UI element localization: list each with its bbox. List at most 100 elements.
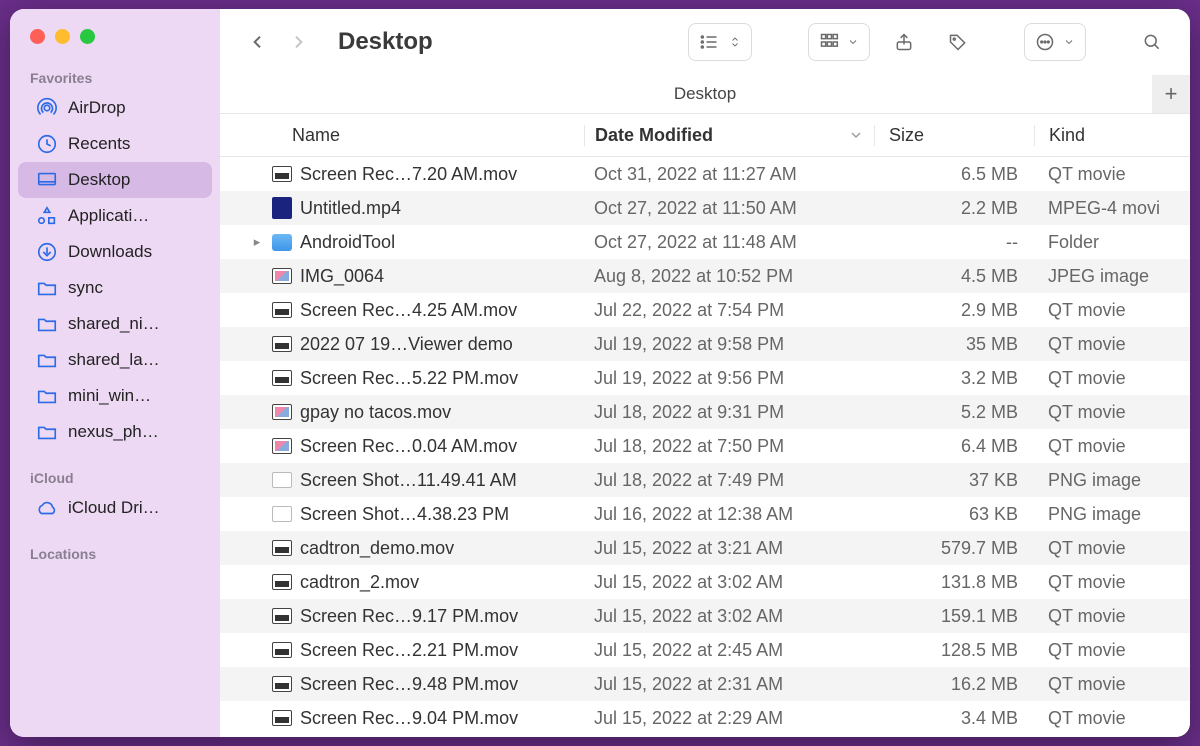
file-size: 35 MB [874, 334, 1034, 355]
file-modified: Aug 8, 2022 at 10:52 PM [584, 266, 874, 287]
file-row[interactable]: Screen Rec…0.04 AM.movJul 18, 2022 at 7:… [220, 429, 1190, 463]
file-modified: Jul 15, 2022 at 2:31 AM [584, 674, 874, 695]
file-modified: Jul 19, 2022 at 9:58 PM [584, 334, 874, 355]
share-button[interactable] [884, 23, 924, 61]
sidebar-item-label: shared_ni… [68, 314, 160, 334]
file-row[interactable]: ▸AndroidToolOct 27, 2022 at 11:48 AM--Fo… [220, 225, 1190, 259]
file-kind: QT movie [1034, 368, 1190, 389]
window-title: Desktop [338, 28, 433, 56]
column-header-name[interactable]: Name [220, 125, 584, 146]
file-kind: MPEG-4 movi [1034, 198, 1190, 219]
file-row[interactable]: Screen Shot…4.38.23 PMJul 16, 2022 at 12… [220, 497, 1190, 531]
sidebar-item-label: iCloud Dri… [68, 498, 160, 518]
forward-button[interactable] [278, 25, 318, 59]
minimize-button[interactable] [55, 29, 70, 44]
file-size: 3.2 MB [874, 368, 1034, 389]
chevron-down-icon [848, 127, 864, 143]
content-area: Desktop [220, 9, 1190, 737]
tags-button[interactable] [938, 23, 978, 61]
file-name: cadtron_demo.mov [300, 538, 454, 559]
finder-window: Favorites AirDropRecentsDesktopApplicati… [10, 9, 1190, 737]
file-list[interactable]: Screen Rec…7.20 AM.movOct 31, 2022 at 11… [220, 157, 1190, 737]
sidebar-item-shared-ni-[interactable]: shared_ni… [18, 306, 212, 342]
folder-icon [36, 421, 58, 443]
file-kind: QT movie [1034, 674, 1190, 695]
plus-icon: + [1165, 81, 1178, 107]
group-by-button[interactable] [808, 23, 870, 61]
file-row[interactable]: 2022 07 19…Viewer demoJul 19, 2022 at 9:… [220, 327, 1190, 361]
file-icon [272, 268, 292, 284]
file-name: cadtron_2.mov [300, 572, 419, 593]
file-row[interactable]: Screen Rec…9.48 PM.movJul 15, 2022 at 2:… [220, 667, 1190, 701]
file-size: 3.4 MB [874, 708, 1034, 729]
file-kind: QT movie [1034, 402, 1190, 423]
file-kind: JPEG image [1034, 266, 1190, 287]
file-size: 6.5 MB [874, 164, 1034, 185]
file-row[interactable]: Screen Rec…9.04 PM.movJul 15, 2022 at 2:… [220, 701, 1190, 735]
search-button[interactable] [1132, 23, 1172, 61]
file-icon [272, 166, 292, 182]
file-row[interactable]: Screen Rec…4.25 AM.movJul 22, 2022 at 7:… [220, 293, 1190, 327]
file-row[interactable]: Screen Rec…7.20 AM.movOct 31, 2022 at 11… [220, 157, 1190, 191]
file-name: IMG_0064 [300, 266, 384, 287]
file-kind: QT movie [1034, 164, 1190, 185]
file-modified: Oct 27, 2022 at 11:50 AM [584, 198, 874, 219]
file-name: Screen Rec…9.17 PM.mov [300, 606, 518, 627]
file-row[interactable]: gpay no tacos.movJul 18, 2022 at 9:31 PM… [220, 395, 1190, 429]
file-row[interactable]: cadtron_2.movJul 15, 2022 at 3:02 AM131.… [220, 565, 1190, 599]
file-modified: Jul 22, 2022 at 7:54 PM [584, 300, 874, 321]
file-size: 5.2 MB [874, 402, 1034, 423]
folder-icon [36, 277, 58, 299]
file-name: Screen Rec…7.20 AM.mov [300, 164, 517, 185]
file-row[interactable]: Screen Shot…11.49.41 AMJul 18, 2022 at 7… [220, 463, 1190, 497]
file-size: 6.4 MB [874, 436, 1034, 457]
file-icon [272, 197, 292, 219]
file-kind: QT movie [1034, 334, 1190, 355]
file-icon [272, 506, 292, 522]
file-row[interactable]: IMG_0064Aug 8, 2022 at 10:52 PM4.5 MBJPE… [220, 259, 1190, 293]
folder-tab-label[interactable]: Desktop [674, 84, 736, 104]
file-row[interactable]: Screen Rec…9.17 PM.mov Jul 15, 2022 at 3:… [220, 599, 1190, 633]
file-icon [272, 404, 292, 420]
sidebar-item-sync[interactable]: sync [18, 270, 212, 306]
sidebar-item-icloud-drive[interactable]: iCloud Dri… [18, 490, 212, 526]
sidebar-item-airdrop[interactable]: AirDrop [18, 90, 212, 126]
sidebar-item-desktop[interactable]: Desktop [18, 162, 212, 198]
file-row[interactable]: Screen Rec…2.21 PM.movJul 15, 2022 at 2:… [220, 633, 1190, 667]
sidebar-item-label: Desktop [68, 170, 130, 190]
sidebar-item-recents[interactable]: Recents [18, 126, 212, 162]
sidebar-item-downloads[interactable]: Downloads [18, 234, 212, 270]
sidebar: Favorites AirDropRecentsDesktopApplicati… [10, 9, 220, 737]
file-icon [272, 676, 292, 692]
file-size: 37 KB [874, 470, 1034, 491]
disclosure-triangle[interactable]: ▸ [250, 234, 264, 250]
sidebar-item-mini-win-[interactable]: mini_win… [18, 378, 212, 414]
sidebar-section-locations: Locations [10, 540, 220, 566]
back-button[interactable] [238, 25, 278, 59]
sidebar-item-applicati-[interactable]: Applicati… [18, 198, 212, 234]
file-row[interactable]: cadtron_demo.movJul 15, 2022 at 3:21 AM5… [220, 531, 1190, 565]
file-kind: QT movie [1034, 640, 1190, 661]
clock-icon [36, 133, 58, 155]
more-actions-button[interactable] [1024, 23, 1086, 61]
column-header-size[interactable]: Size [874, 125, 1034, 146]
file-kind: QT movie [1034, 606, 1190, 627]
column-header-kind[interactable]: Kind [1034, 125, 1190, 146]
file-name: Screen Rec…2.21 PM.mov [300, 640, 518, 661]
sidebar-item-shared-la-[interactable]: shared_la… [18, 342, 212, 378]
file-icon [272, 472, 292, 488]
file-modified: Jul 15, 2022 at 3:02 AM [584, 606, 874, 627]
file-kind: PNG image [1034, 504, 1190, 525]
sidebar-item-nexus-ph-[interactable]: nexus_ph… [18, 414, 212, 450]
icloud-icon [36, 497, 58, 519]
file-row[interactable]: Untitled.mp4Oct 27, 2022 at 11:50 AM2.2 … [220, 191, 1190, 225]
folder-icon [36, 313, 58, 335]
new-tab-button[interactable]: + [1152, 75, 1190, 113]
view-options-button[interactable] [688, 23, 752, 61]
file-row[interactable]: Screen Rec…5.22 PM.movJul 19, 2022 at 9:… [220, 361, 1190, 395]
file-name: gpay no tacos.mov [300, 402, 451, 423]
close-button[interactable] [30, 29, 45, 44]
file-kind: Folder [1034, 232, 1190, 253]
fullscreen-button[interactable] [80, 29, 95, 44]
column-header-modified[interactable]: Date Modified [584, 125, 874, 146]
